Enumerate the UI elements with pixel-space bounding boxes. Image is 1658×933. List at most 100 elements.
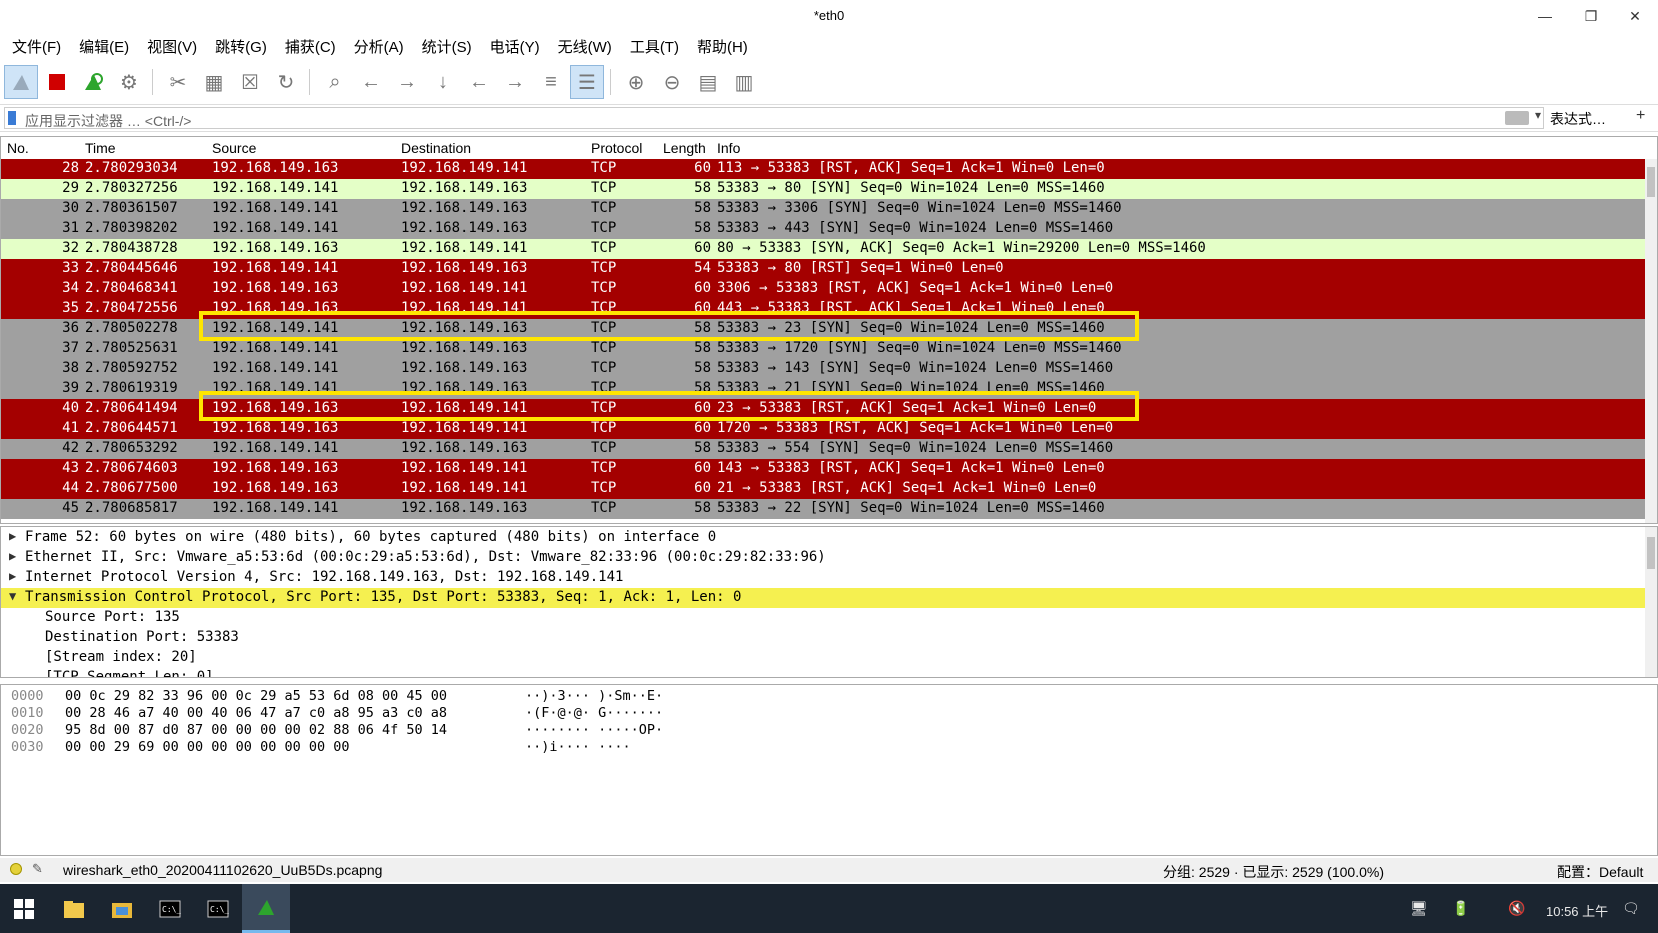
column-protocol[interactable]: Protocol bbox=[591, 140, 642, 156]
details-scrollbar[interactable] bbox=[1645, 527, 1657, 677]
first-packet-icon[interactable]: ← bbox=[462, 65, 496, 99]
display-filter-input[interactable]: 应用显示过滤器 … <Ctrl-/> ▾ bbox=[4, 107, 1544, 129]
add-filter-button[interactable]: + bbox=[1636, 107, 1645, 125]
shark-fin-start-icon[interactable] bbox=[4, 65, 38, 99]
bookmark-icon[interactable] bbox=[8, 111, 16, 125]
column-info[interactable]: Info bbox=[717, 140, 740, 156]
menu-file[interactable]: 文件(F) bbox=[12, 36, 61, 57]
last-packet-icon[interactable]: → bbox=[498, 65, 532, 99]
packet-row[interactable]: 31 2.780398202 192.168.149.141 192.168.149.… bbox=[1, 219, 1646, 239]
close-file-icon[interactable]: ☒ bbox=[233, 65, 267, 99]
folder-icon[interactable] bbox=[98, 884, 146, 933]
expand-arrow-icon[interactable]: ▶ bbox=[9, 529, 16, 543]
stop-capture-icon[interactable] bbox=[40, 65, 74, 99]
menu-help[interactable]: 帮助(H) bbox=[697, 36, 748, 57]
restart-capture-icon[interactable] bbox=[76, 65, 110, 99]
byte-hex[interactable]: 00 0c 29 82 33 96 00 0c 29 a5 53 6d 08 0… bbox=[65, 688, 447, 704]
open-file-icon[interactable]: ✂ bbox=[161, 65, 195, 99]
detail-row[interactable]: ▶ Ethernet II, Src: Vmware_a5:53:6d (00:0… bbox=[1, 548, 1646, 568]
column-length[interactable]: Length bbox=[663, 140, 706, 156]
expand-arrow-icon[interactable]: ▶ bbox=[9, 569, 16, 583]
packet-row[interactable]: 29 2.780327256 192.168.149.141 192.168.149.… bbox=[1, 179, 1646, 199]
menu-view[interactable]: 视图(V) bbox=[147, 36, 197, 57]
packet-row[interactable]: 30 2.780361507 192.168.149.141 192.168.149.… bbox=[1, 199, 1646, 219]
detail-row[interactable]: Source Port: 135 bbox=[1, 608, 1646, 628]
byte-ascii[interactable]: ··)·3··· )·Sm··E· bbox=[525, 688, 663, 704]
menu-capture[interactable]: 捕获(C) bbox=[285, 36, 336, 57]
detail-row[interactable]: Destination Port: 53383 bbox=[1, 628, 1646, 648]
expand-arrow-icon[interactable]: ▼ bbox=[9, 589, 16, 603]
column-source[interactable]: Source bbox=[212, 140, 256, 156]
detail-row[interactable]: ▼ Transmission Control Protocol, Src Port… bbox=[1, 588, 1646, 608]
windows-start-icon[interactable] bbox=[0, 884, 48, 933]
byte-ascii[interactable]: ········ ·····OP· bbox=[525, 722, 663, 738]
menu-wireless[interactable]: 无线(W) bbox=[558, 36, 612, 57]
auto-scroll-icon[interactable]: ≡ bbox=[534, 65, 568, 99]
go-back-icon[interactable]: ← bbox=[354, 65, 388, 99]
column-time[interactable]: Time bbox=[85, 140, 116, 156]
packet-row[interactable]: 37 2.780525631 192.168.149.141 192.168.149.… bbox=[1, 339, 1646, 359]
edit-comment-icon[interactable]: ✎ bbox=[32, 861, 43, 877]
packet-row[interactable]: 32 2.780438728 192.168.149.163 192.168.149.… bbox=[1, 239, 1646, 259]
packet-row[interactable]: 42 2.780653292 192.168.149.141 192.168.149.… bbox=[1, 439, 1646, 459]
byte-ascii[interactable]: ··)i···· ···· bbox=[525, 739, 631, 755]
packet-row[interactable]: 33 2.780445646 192.168.149.141 192.168.149.… bbox=[1, 259, 1646, 279]
find-packet-icon[interactable]: ⌕ bbox=[318, 65, 352, 99]
scrollbar-thumb[interactable] bbox=[1647, 537, 1655, 569]
zoom-out-icon[interactable]: ⊖ bbox=[655, 65, 689, 99]
menu-statistics[interactable]: 统计(S) bbox=[422, 36, 472, 57]
menu-tools[interactable]: 工具(T) bbox=[630, 36, 679, 57]
detail-row[interactable]: [TCP Segment Len: 0] bbox=[1, 668, 1646, 677]
packet-list-scrollbar[interactable] bbox=[1645, 159, 1657, 523]
packet-row[interactable]: 45 2.780685817 192.168.149.141 192.168.149.… bbox=[1, 499, 1646, 519]
column-destination[interactable]: Destination bbox=[401, 140, 471, 156]
clock[interactable]: 10:56 上午 bbox=[1546, 901, 1608, 920]
file-explorer-icon[interactable] bbox=[50, 884, 98, 933]
menu-go[interactable]: 跳转(G) bbox=[215, 36, 267, 57]
menu-telephony[interactable]: 电话(Y) bbox=[490, 36, 540, 57]
terminal-icon[interactable]: C:\_ bbox=[194, 884, 242, 933]
byte-hex[interactable]: 00 00 29 69 00 00 00 00 00 00 00 00 bbox=[65, 739, 349, 755]
wireshark-icon[interactable] bbox=[242, 884, 290, 933]
byte-ascii[interactable]: ·(F·@·@· G······· bbox=[525, 705, 663, 721]
expression-button[interactable]: 表达式… bbox=[1550, 109, 1606, 129]
detail-row[interactable]: ▶ Frame 52: 60 bytes on wire (480 bits), … bbox=[1, 528, 1646, 548]
expert-info-icon[interactable] bbox=[10, 863, 22, 875]
volume-mute-icon[interactable]: 🔇 bbox=[1508, 900, 1525, 917]
detail-row[interactable]: ▶ Internet Protocol Version 4, Src: 192.1… bbox=[1, 568, 1646, 588]
expand-arrow-icon[interactable]: ▶ bbox=[9, 549, 16, 563]
minimize-button[interactable]: — bbox=[1522, 0, 1568, 32]
profile-label[interactable]: 配置：Default bbox=[1557, 862, 1643, 882]
packet-row[interactable]: 28 2.780293034 192.168.149.163 192.168.149.… bbox=[1, 159, 1646, 179]
resize-columns-icon[interactable]: ▥ bbox=[727, 65, 761, 99]
zoom-in-icon[interactable]: ⊕ bbox=[619, 65, 653, 99]
packet-row[interactable]: 38 2.780592752 192.168.149.141 192.168.149.… bbox=[1, 359, 1646, 379]
network-icon[interactable]: 🖥 bbox=[1410, 900, 1428, 917]
colorize-icon[interactable]: ☰ bbox=[570, 65, 604, 99]
packet-row[interactable]: 43 2.780674603 192.168.149.163 192.168.149.… bbox=[1, 459, 1646, 479]
packet-row[interactable]: 41 2.780644571 192.168.149.163 192.168.149.… bbox=[1, 419, 1646, 439]
detail-row[interactable]: [Stream index: 20] bbox=[1, 648, 1646, 668]
terminal-icon[interactable]: C:\_ bbox=[146, 884, 194, 933]
column-no[interactable]: No. bbox=[7, 140, 29, 156]
byte-hex[interactable]: 95 8d 00 87 d0 87 00 00 00 00 02 88 06 4… bbox=[65, 722, 447, 738]
menu-edit[interactable]: 编辑(E) bbox=[79, 36, 129, 57]
byte-hex[interactable]: 00 28 46 a7 40 00 40 06 47 a7 c0 a8 95 a… bbox=[65, 705, 447, 721]
scrollbar-thumb[interactable] bbox=[1647, 167, 1655, 197]
notification-icon[interactable]: 🗨 bbox=[1622, 900, 1640, 917]
go-forward-icon[interactable]: → bbox=[390, 65, 424, 99]
capture-options-gear-icon[interactable]: ⚙ bbox=[112, 65, 146, 99]
save-file-icon[interactable]: ▦ bbox=[197, 65, 231, 99]
packet-row[interactable]: 34 2.780468341 192.168.149.163 192.168.149.… bbox=[1, 279, 1646, 299]
reload-file-icon[interactable]: ↻ bbox=[269, 65, 303, 99]
packet-cell-dst: 192.168.149.163 bbox=[401, 200, 528, 216]
packet-row[interactable]: 44 2.780677500 192.168.149.163 192.168.149.… bbox=[1, 479, 1646, 499]
go-to-packet-icon[interactable]: ↓ bbox=[426, 65, 460, 99]
close-button[interactable]: ✕ bbox=[1612, 0, 1658, 32]
menu-analyze[interactable]: 分析(A) bbox=[354, 36, 404, 57]
restore-button[interactable]: ❐ bbox=[1568, 0, 1614, 32]
chevron-down-icon[interactable]: ▾ bbox=[1535, 108, 1541, 122]
apply-filter-icon[interactable] bbox=[1505, 111, 1529, 125]
normal-size-icon[interactable]: ▤ bbox=[691, 65, 725, 99]
battery-icon[interactable]: 🔋 bbox=[1452, 900, 1469, 917]
